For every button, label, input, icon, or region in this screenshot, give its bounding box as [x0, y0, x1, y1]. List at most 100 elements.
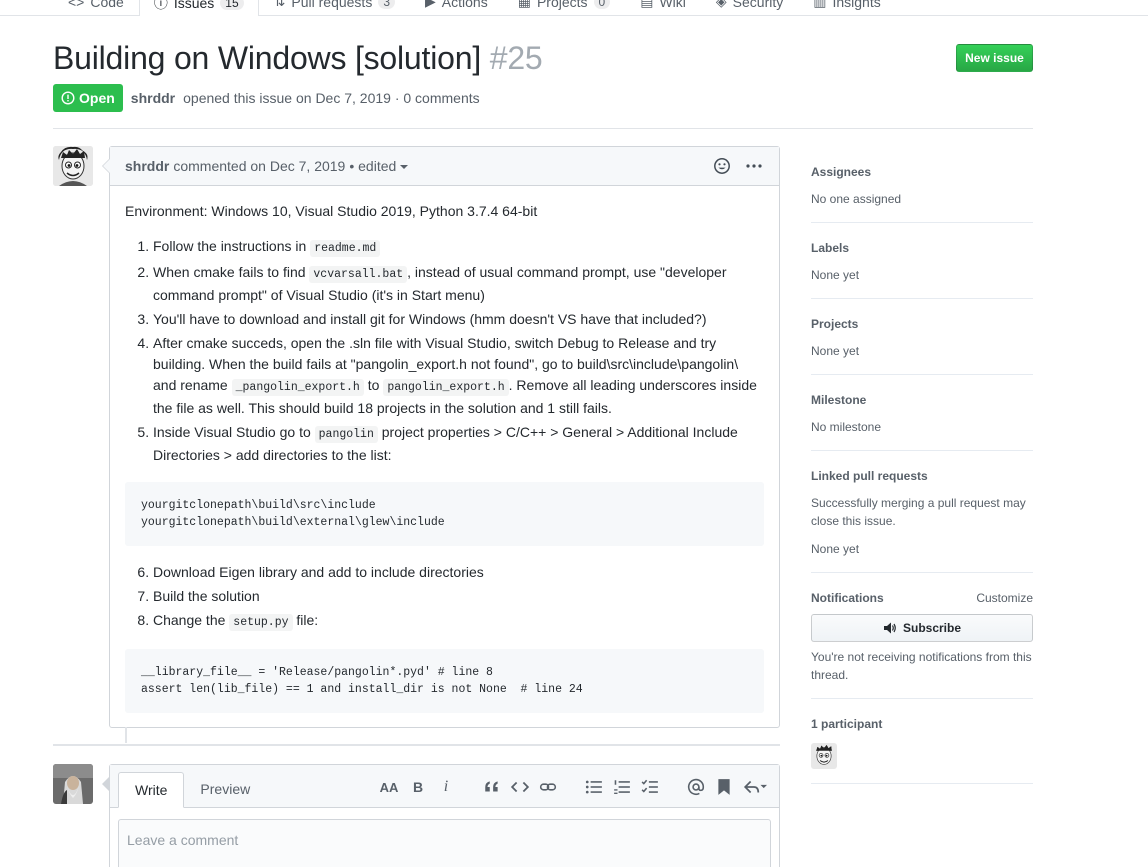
projects-value: None yet	[811, 344, 860, 358]
new-issue-button[interactable]: New issue	[956, 44, 1033, 72]
timeline-connector	[125, 727, 127, 743]
issue-title-text: Building on Windows [solution]	[53, 40, 482, 76]
customize-link[interactable]: Customize	[976, 589, 1033, 607]
unordered-list-icon[interactable]	[585, 777, 603, 797]
comment-textarea[interactable]: Leave a comment	[118, 819, 771, 867]
issues-count: 15	[220, 0, 244, 10]
markdown-toolbar: AA B i	[379, 777, 767, 797]
list-item: When cmake fails to find vcvarsall.bat, …	[153, 262, 764, 306]
bold-icon[interactable]: B	[409, 777, 427, 797]
avatar-wizard-icon	[53, 764, 93, 804]
sidebar-linked-pull-requests: Linked pull requests Successfully mergin…	[811, 451, 1033, 573]
sidebar-assignees[interactable]: Assignees No one assigned	[811, 155, 1033, 223]
tab-pull-requests[interactable]: ⇅ Pull requests 3	[259, 0, 410, 16]
comment-timestamp[interactable]: commented on Dec 7, 2019	[173, 158, 345, 174]
ordered-list-icon[interactable]	[613, 777, 631, 797]
list-item: After cmake succeds, open the .sln file …	[153, 333, 764, 419]
notifications-heading: Notifications Customize	[811, 589, 1033, 607]
linked-prs-description: Successfully merging a pull request may …	[811, 496, 1026, 528]
kebab-horizontal-icon[interactable]	[745, 157, 763, 175]
mention-icon[interactable]	[687, 777, 705, 797]
header-text-icon[interactable]: AA	[379, 777, 399, 797]
participants-heading: 1 participant	[811, 717, 883, 731]
timeline-divider	[53, 744, 780, 746]
shield-icon: ◈	[715, 0, 727, 9]
milestone-value: No milestone	[811, 420, 882, 434]
tab-security[interactable]: ◈ Security	[701, 0, 798, 16]
link-icon[interactable]	[539, 777, 557, 797]
participant-avatar[interactable]	[811, 743, 837, 769]
graph-icon: ▥	[813, 0, 827, 9]
code-block-setup-py: __library_file__ = 'Release/pangolin*.py…	[125, 649, 764, 713]
bookmark-icon[interactable]	[715, 777, 733, 797]
tab-write[interactable]: Write	[118, 772, 185, 808]
reply-icon[interactable]	[743, 777, 767, 797]
edited-dropdown[interactable]: • edited	[349, 158, 408, 174]
task-list-icon[interactable]	[641, 777, 659, 797]
pull-request-icon: ⇅	[273, 0, 286, 9]
projects-count: 0	[593, 0, 611, 9]
tab-insights[interactable]: ▥ Insights	[798, 0, 895, 16]
book-icon: ▤	[640, 0, 654, 9]
comment-author-link[interactable]: shrddr	[125, 158, 169, 174]
issue-comment: shrddr commented on Dec 7, 2019 • edited…	[102, 146, 780, 728]
list-item: Follow the instructions in readme.md	[153, 236, 764, 259]
assignees-heading[interactable]: Assignees	[811, 163, 1033, 181]
list-item: Inside Visual Studio go to pangolin proj…	[153, 422, 764, 466]
environment-text: Environment: Windows 10, Visual Studio 2…	[125, 203, 538, 219]
assignees-value: No one assigned	[811, 192, 902, 206]
issue-sidebar: Assignees No one assigned Labels None ye…	[811, 155, 1033, 784]
comment-body: Environment: Windows 10, Visual Studio 2…	[110, 186, 779, 744]
inline-code: pangolin_export.h	[383, 379, 509, 396]
issue-opened-icon	[61, 91, 75, 105]
tab-wiki[interactable]: ▤ Wiki	[625, 0, 701, 16]
avatar-cartoon-face-icon	[53, 146, 93, 186]
projects-heading[interactable]: Projects	[811, 315, 1033, 333]
inline-code: setup.py	[229, 614, 293, 631]
sidebar-labels[interactable]: Labels None yet	[811, 223, 1033, 299]
issue-number: #25	[489, 40, 543, 76]
issue-opened-text: opened this issue on Dec 7, 2019 · 0 com…	[183, 90, 480, 106]
header-divider	[53, 128, 1033, 129]
tab-projects[interactable]: ▦ Projects 0	[503, 0, 626, 16]
tab-code[interactable]: <> Code	[53, 0, 139, 16]
inline-code: readme.md	[310, 240, 381, 257]
status-badge: Open	[53, 84, 123, 112]
list-item: Download Eigen library and add to includ…	[153, 562, 764, 583]
sidebar-notifications: Notifications Customize Subscribe You're…	[811, 573, 1033, 699]
sidebar-milestone[interactable]: Milestone No milestone	[811, 375, 1033, 451]
issue-author-link[interactable]: shrddr	[131, 90, 175, 106]
list-item: Build the solution	[153, 586, 764, 607]
comment-actions	[713, 157, 763, 175]
code-icon[interactable]	[511, 777, 529, 797]
steps-list-1: Follow the instructions in readme.md Whe…	[125, 236, 764, 466]
milestone-heading[interactable]: Milestone	[811, 391, 1033, 409]
italic-icon[interactable]: i	[437, 777, 455, 797]
inline-code: vcvarsall.bat	[309, 266, 408, 283]
issue-title: Building on Windows [solution] #25	[53, 40, 543, 77]
steps-list-2: Download Eigen library and add to includ…	[125, 562, 764, 633]
tab-issues[interactable]: ⓘ Issues 15	[138, 0, 259, 16]
code-block-include-dirs: yourgitclonepath\build\src\include yourg…	[125, 482, 764, 546]
quote-icon[interactable]	[483, 777, 501, 797]
new-comment-form: Write Preview AA B i Leave a comment	[102, 764, 780, 867]
unmute-speaker-icon	[883, 622, 896, 634]
tab-actions[interactable]: ▶ Actions	[410, 0, 503, 16]
list-item: Change the setup.py file:	[153, 610, 764, 633]
comment-header: shrddr commented on Dec 7, 2019 • edited	[110, 147, 779, 186]
pr-count: 3	[378, 0, 396, 9]
form-tabs: Write Preview AA B i	[110, 765, 779, 808]
subscribe-button[interactable]: Subscribe	[811, 614, 1033, 642]
notifications-note: You're not receiving notifications from …	[811, 650, 1032, 682]
inline-code: _pangolin_export.h	[231, 379, 364, 396]
list-item: You'll have to download and install git …	[153, 309, 764, 330]
linked-prs-heading: Linked pull requests	[811, 469, 928, 483]
comment-author-avatar[interactable]	[53, 146, 93, 186]
add-reaction-smiley-icon[interactable]	[713, 157, 731, 175]
labels-heading[interactable]: Labels	[811, 239, 1033, 257]
current-user-avatar[interactable]	[53, 764, 93, 804]
sidebar-projects[interactable]: Projects None yet	[811, 299, 1033, 375]
inline-code: pangolin	[314, 426, 378, 443]
tab-preview[interactable]: Preview	[184, 771, 266, 807]
issue-meta: Open shrddr opened this issue on Dec 7, …	[53, 84, 480, 112]
